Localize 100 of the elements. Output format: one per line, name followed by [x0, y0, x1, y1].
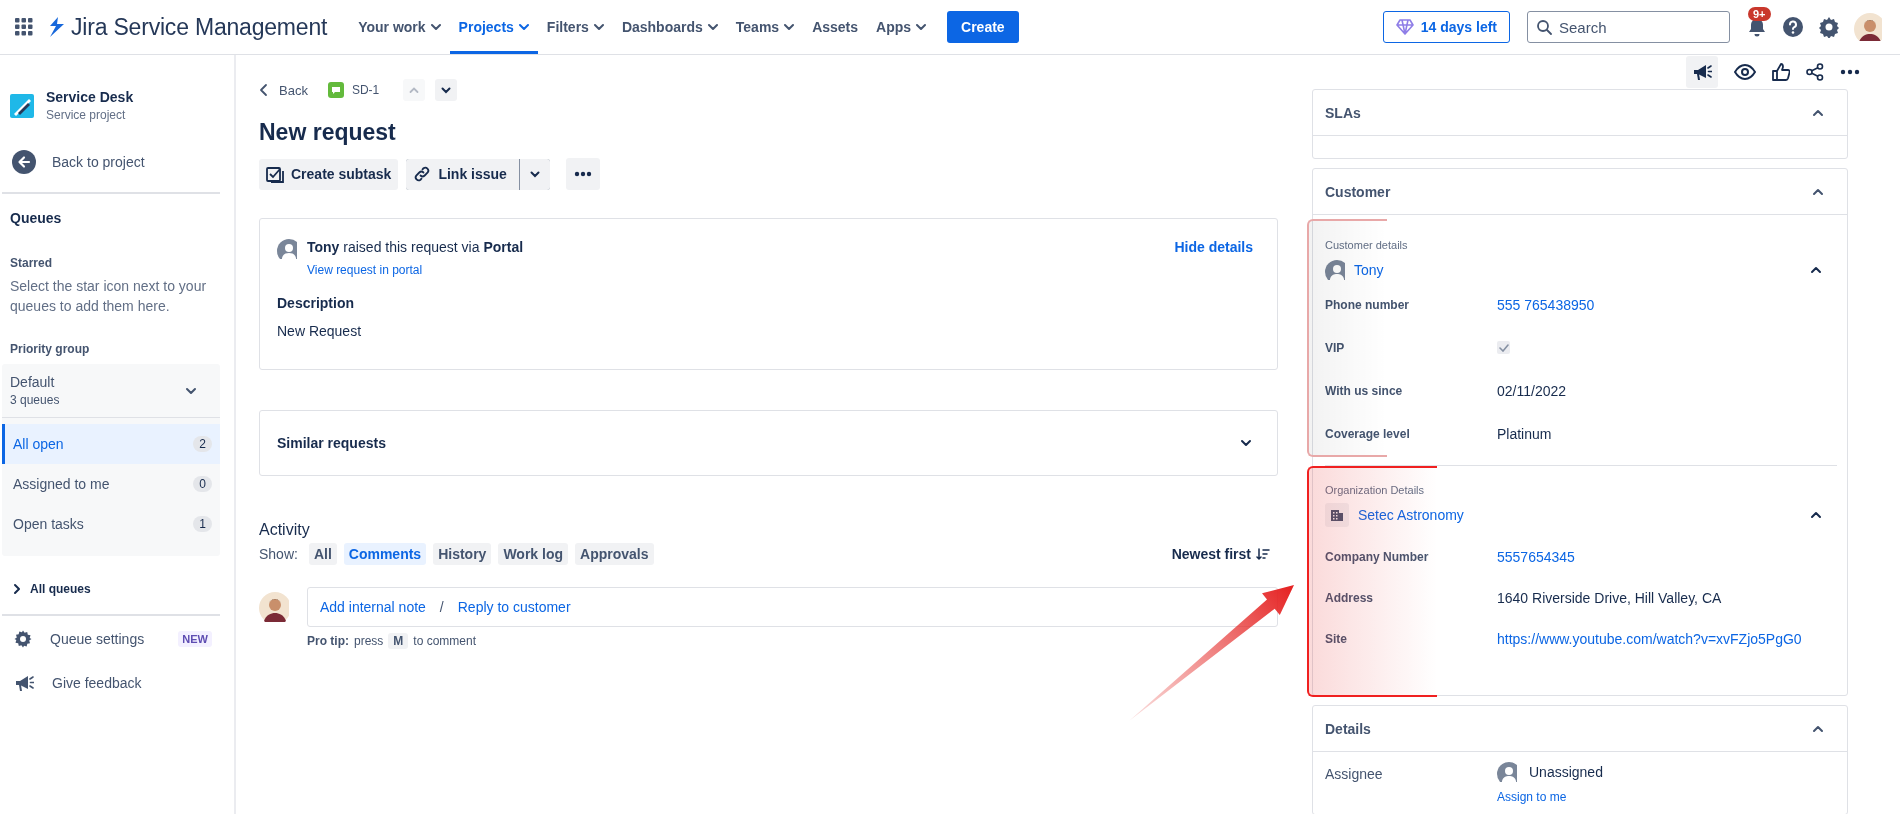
sort-icon: [1256, 547, 1270, 561]
queue-item[interactable]: All open 2: [2, 424, 220, 464]
hint-text: Select the star icon next to your queues to add them here.: [9, 277, 208, 316]
eye-icon[interactable]: [1734, 64, 1756, 80]
similar-requests-panel[interactable]: Similar requests: [259, 410, 1278, 476]
section-heading: Starred: [9, 255, 54, 270]
comment-field[interactable]: Add internal note / Reply to customer: [307, 587, 1278, 627]
more-icon: [573, 171, 592, 177]
field-value-link[interactable]: 5557654345: [1497, 548, 1575, 565]
filter-tab[interactable]: Approvals: [575, 543, 654, 565]
user-icon: [277, 239, 297, 259]
app-name[interactable]: Jira Service Management: [71, 13, 328, 41]
thumbs-up-icon[interactable]: [1772, 63, 1790, 81]
search-field[interactable]: Search: [1527, 11, 1730, 43]
nav-menu-item[interactable]: Dashboards: [612, 0, 727, 54]
field-label: Company Number: [1325, 549, 1430, 564]
project-icon: [10, 93, 34, 118]
customer-name-link[interactable]: Setec Astronomy: [1358, 507, 1800, 523]
customer-name-link[interactable]: Tony: [1354, 262, 1800, 278]
filter-tab[interactable]: All: [308, 543, 337, 565]
megaphone-icon: [1692, 63, 1712, 81]
section-header[interactable]: Customer: [1313, 169, 1847, 215]
field-label: Site: [1325, 631, 1348, 646]
feedback-button[interactable]: [1686, 56, 1718, 88]
link-icon: [413, 165, 432, 183]
chevron-right-icon: [12, 583, 22, 595]
project-type: Service project: [46, 108, 127, 122]
project-name[interactable]: Service Desk: [46, 89, 134, 105]
field-label: With us since: [1325, 383, 1404, 398]
issue-key-link[interactable]: SD-1: [327, 82, 380, 98]
issue-title: New request: [259, 119, 397, 146]
filter-tab[interactable]: History: [433, 543, 492, 565]
count-badge: 0: [193, 476, 212, 492]
nav-menu-item[interactable]: Projects: [449, 0, 538, 54]
separator-text: /: [439, 599, 444, 615]
field-value: Platinum: [1497, 425, 1552, 442]
building-icon: [1330, 508, 1344, 522]
field-label: Coverage level: [1325, 426, 1411, 441]
nav-menu-item[interactable]: Apps: [867, 0, 936, 54]
sidebar-link[interactable]: Give feedback: [2, 660, 220, 704]
back-link[interactable]: Back: [259, 82, 308, 98]
group-label: Customer details: [1325, 239, 1409, 251]
more-button[interactable]: [565, 158, 600, 190]
group-label: Organization Details: [1325, 484, 1426, 496]
sidebar-link[interactable]: Queue settings NEW: [2, 616, 220, 660]
request-summary: Tony raised this request via Portal: [307, 239, 525, 255]
nav-menu-item[interactable]: Teams: [726, 0, 804, 54]
field-value-link[interactable]: 555 765438950: [1497, 296, 1595, 313]
settings-icon[interactable]: [1818, 16, 1840, 38]
nav-menu-item[interactable]: Your work: [349, 0, 450, 54]
reply-to-customer-link[interactable]: Reply to customer: [457, 599, 571, 615]
tip-text: press: [354, 634, 384, 648]
filter-tab[interactable]: Work log: [498, 543, 569, 565]
filter-label: Show:: [259, 546, 298, 562]
chevron-down-icon: [440, 84, 453, 96]
all-queues-link[interactable]: All queues: [2, 556, 220, 614]
section-header[interactable]: SLAs: [1313, 90, 1847, 136]
avatar[interactable]: [1854, 13, 1882, 41]
link-issue-button[interactable]: Link issue: [406, 158, 519, 190]
share-icon[interactable]: [1806, 63, 1824, 81]
help-icon[interactable]: [1782, 16, 1804, 38]
add-internal-note-link[interactable]: Add internal note: [320, 599, 426, 615]
group-name: Default: [10, 374, 56, 390]
section-heading: Activity: [259, 521, 311, 539]
diamond-icon: [1395, 19, 1414, 35]
count-badge: 1: [193, 516, 212, 532]
sort-button[interactable]: Newest first: [1171, 546, 1270, 562]
filter-tab[interactable]: Comments: [343, 543, 427, 565]
app-switcher-icon[interactable]: [15, 18, 33, 36]
check-icon: [1498, 343, 1509, 352]
trial-button[interactable]: 14 days left: [1382, 11, 1510, 43]
back-to-project-link[interactable]: Back to project: [2, 122, 220, 192]
gear-icon: [14, 630, 32, 648]
nav-menu-item[interactable]: Assets: [803, 0, 868, 54]
next-button[interactable]: [435, 79, 458, 101]
queue-item[interactable]: Assigned to me 0: [2, 464, 220, 504]
user-icon: [1325, 260, 1345, 280]
field-value: Unassigned: [1529, 764, 1603, 780]
more-icon[interactable]: [1840, 69, 1860, 75]
field-label: Address: [1325, 590, 1375, 605]
create-subtask-button[interactable]: Create subtask: [259, 158, 399, 190]
section-header[interactable]: Details: [1313, 706, 1847, 752]
notification-count: 9+: [1748, 7, 1771, 21]
queue-item[interactable]: Open tasks 1: [2, 504, 220, 544]
panel-title: Similar requests: [277, 435, 386, 451]
field-label: Description: [277, 295, 355, 311]
dropdown-button[interactable]: [519, 158, 550, 190]
user-icon: [1497, 762, 1517, 782]
field-value-link[interactable]: https://www.youtube.com/watch?v=xvFZjo5PgG0: [1497, 630, 1802, 647]
create-button[interactable]: Create: [947, 11, 1019, 43]
queue-count: 3 queues: [10, 393, 60, 407]
nav-menu-item[interactable]: Filters: [537, 0, 613, 54]
checkbox[interactable]: [1497, 341, 1510, 354]
view-in-portal-link[interactable]: View request in portal: [307, 263, 423, 277]
field-value: 1640 Riverside Drive, Hill Valley, CA: [1497, 589, 1722, 606]
hide-details-link[interactable]: Hide details: [1174, 239, 1253, 255]
group-selector[interactable]: Default 3 queues: [2, 364, 220, 418]
tip-label: Pro tip:: [307, 634, 349, 648]
assign-to-me-link[interactable]: Assign to me: [1497, 790, 1603, 804]
logo-icon: [48, 17, 66, 37]
